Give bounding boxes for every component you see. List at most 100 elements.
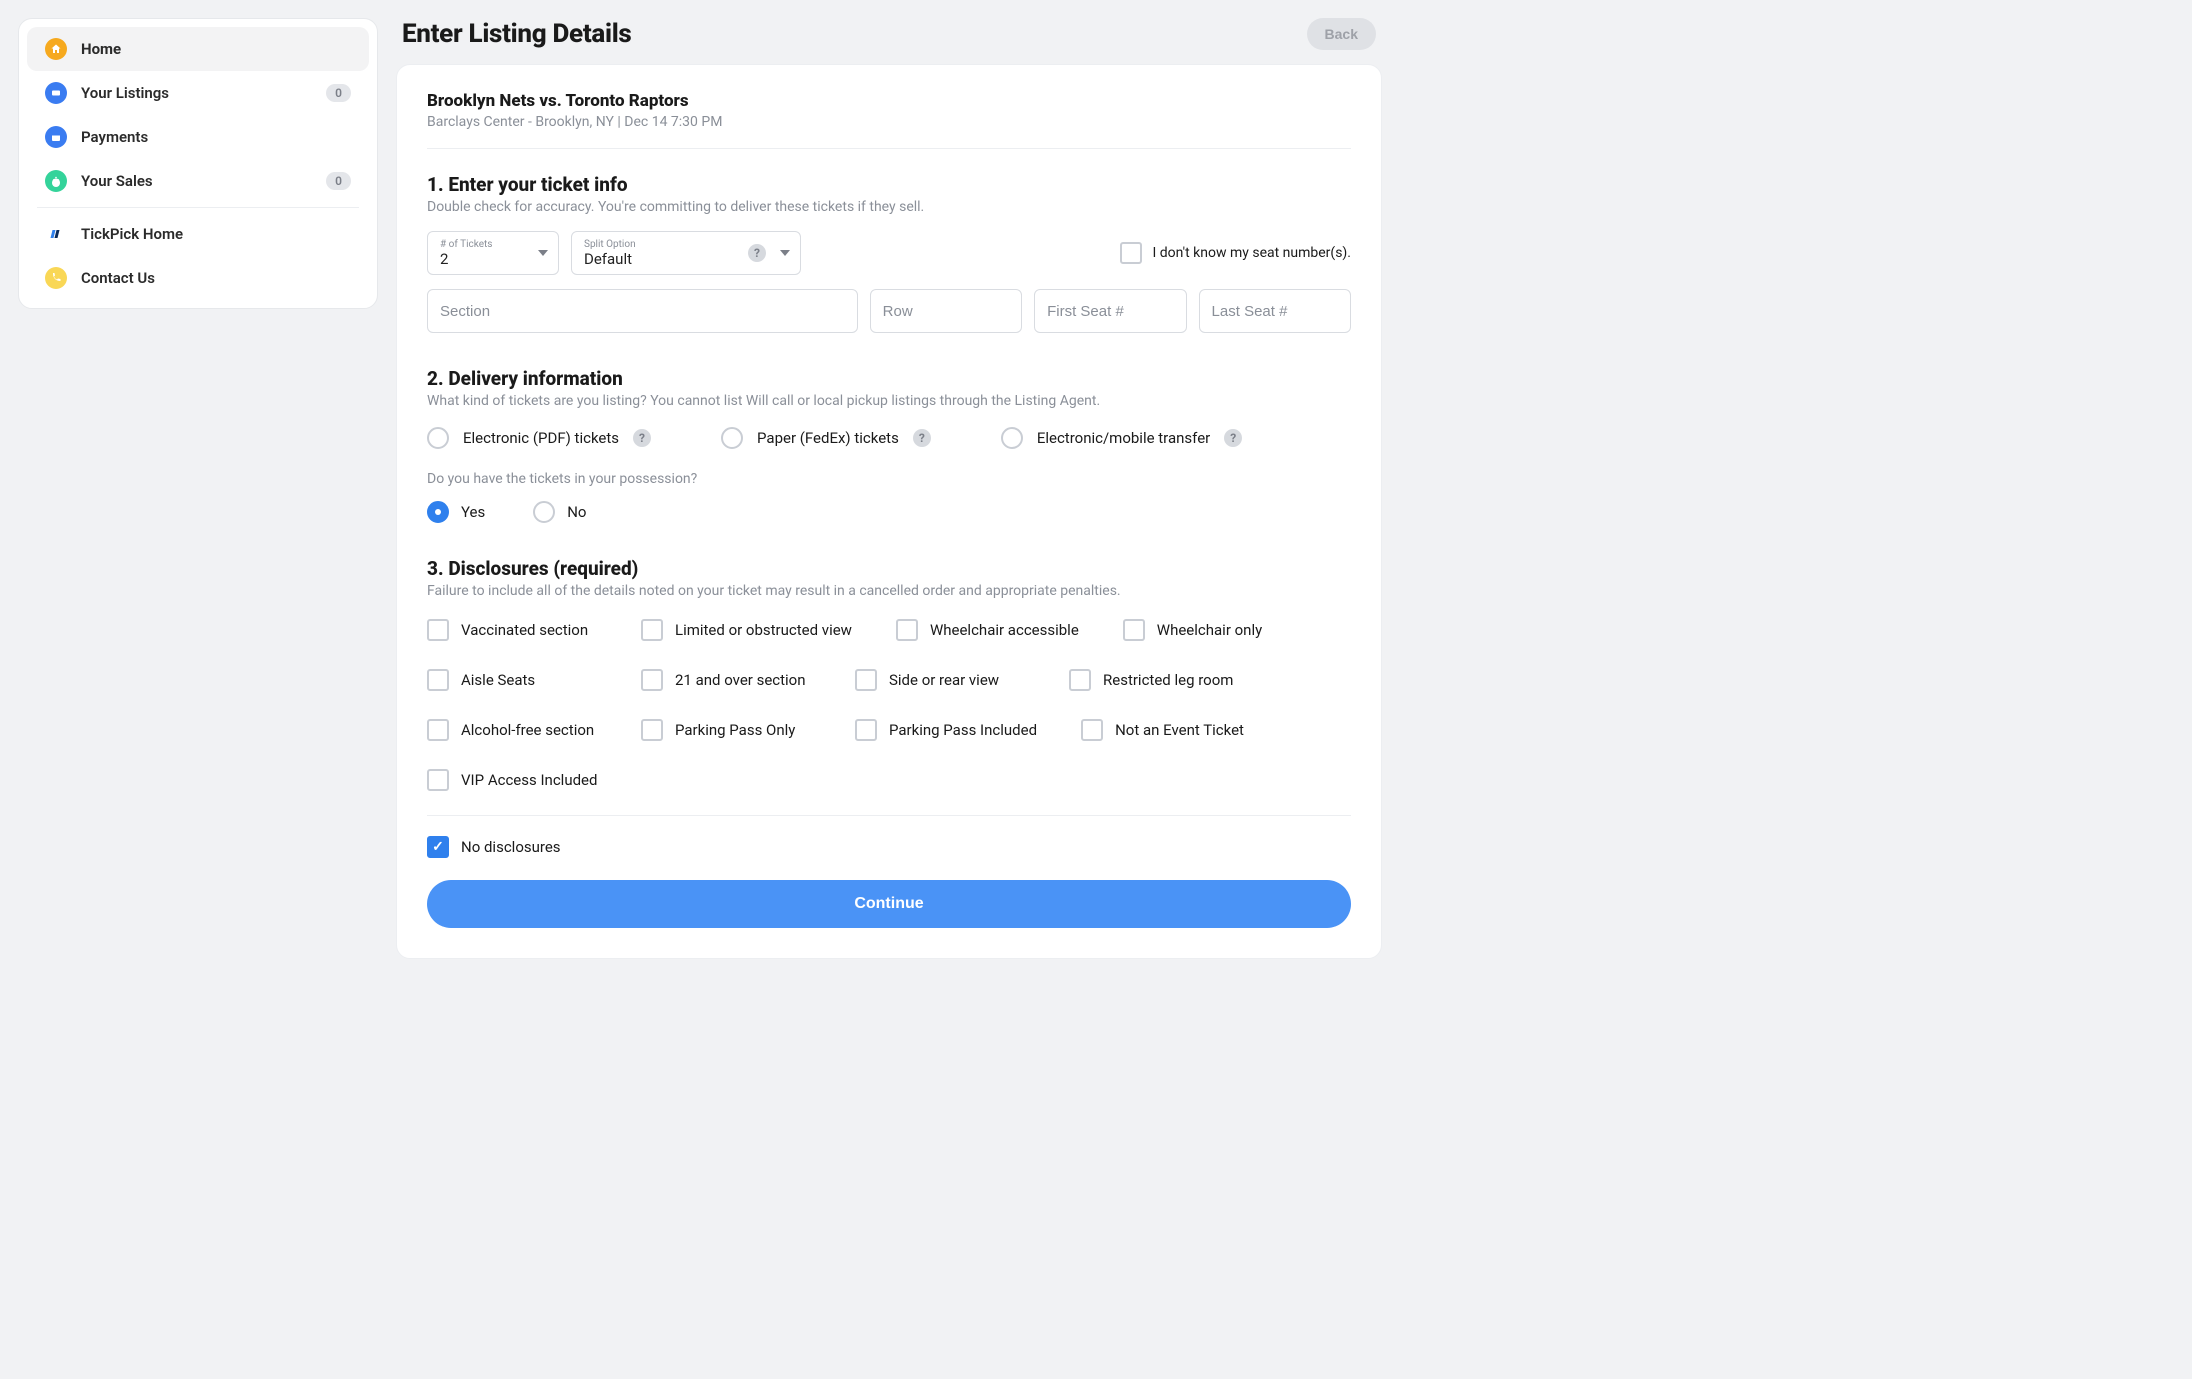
- checkbox-label: I don't know my seat number(s).: [1152, 245, 1351, 261]
- radio-label: Paper (FedEx) tickets: [757, 429, 899, 447]
- select-value: 2: [440, 250, 546, 268]
- checkbox-label: 21 and over section: [675, 671, 806, 689]
- checkbox-icon: [427, 719, 449, 741]
- calendar-icon: [45, 126, 67, 148]
- last-seat-input[interactable]: [1199, 289, 1351, 333]
- disclosure-wheelchair-accessible[interactable]: Wheelchair accessible: [896, 619, 1079, 641]
- event-subtitle: Barclays Center - Brooklyn, NY | Dec 14 …: [427, 114, 1351, 130]
- back-button[interactable]: Back: [1307, 18, 1376, 50]
- checkbox-icon: [1120, 242, 1142, 264]
- checkbox-label: Alcohol-free section: [461, 721, 594, 739]
- section-heading: 2. Delivery information: [427, 367, 1351, 390]
- section-input[interactable]: [427, 289, 858, 333]
- sidebar-item-label: Payments: [81, 128, 351, 146]
- help-icon[interactable]: ?: [633, 429, 651, 447]
- disclosure-parking-only[interactable]: Parking Pass Only: [641, 719, 811, 741]
- listings-badge: 0: [326, 84, 351, 102]
- disclosure-vaccinated[interactable]: Vaccinated section: [427, 619, 597, 641]
- disclosure-parking-included[interactable]: Parking Pass Included: [855, 719, 1037, 741]
- sidebar-item-payments[interactable]: Payments: [27, 115, 369, 159]
- checkbox-label: Wheelchair only: [1157, 621, 1262, 639]
- ticket-icon: [45, 82, 67, 104]
- checkbox-icon: [427, 619, 449, 641]
- sidebar-item-your-sales[interactable]: Your Sales 0: [27, 159, 369, 203]
- checkbox-icon: [855, 669, 877, 691]
- checkbox-icon: [1069, 669, 1091, 691]
- disclosure-not-event-ticket[interactable]: Not an Event Ticket: [1081, 719, 1251, 741]
- radio-icon: [1001, 427, 1023, 449]
- checkbox-label: Vaccinated section: [461, 621, 588, 639]
- checkbox-icon: [896, 619, 918, 641]
- row-field[interactable]: [883, 303, 1009, 320]
- disclosure-21-over[interactable]: 21 and over section: [641, 669, 811, 691]
- checkbox-icon: [641, 619, 663, 641]
- section-disclosures: 3. Disclosures (required) Failure to inc…: [427, 557, 1351, 858]
- checkbox-label: Limited or obstructed view: [675, 621, 852, 639]
- disclosure-obstructed[interactable]: Limited or obstructed view: [641, 619, 852, 641]
- section-delivery: 2. Delivery information What kind of tic…: [427, 367, 1351, 523]
- checkbox-icon: [641, 669, 663, 691]
- select-floating-label: # of Tickets: [440, 239, 546, 250]
- possession-yes[interactable]: Yes: [427, 501, 485, 523]
- checkbox-label: Parking Pass Included: [889, 721, 1037, 739]
- checkbox-icon: [1081, 719, 1103, 741]
- disclosure-restricted-legroom[interactable]: Restricted leg room: [1069, 669, 1239, 691]
- possession-no[interactable]: No: [533, 501, 586, 523]
- last-seat-field[interactable]: [1212, 303, 1338, 320]
- first-seat-input[interactable]: [1034, 289, 1186, 333]
- page-title: Enter Listing Details: [402, 19, 631, 49]
- event-title: Brooklyn Nets vs. Toronto Raptors: [427, 91, 1351, 111]
- sidebar-item-your-listings[interactable]: Your Listings 0: [27, 71, 369, 115]
- section-field[interactable]: [440, 303, 845, 320]
- first-seat-field[interactable]: [1047, 303, 1173, 320]
- delivery-option-paper[interactable]: Paper (FedEx) tickets ?: [721, 427, 931, 449]
- checkbox-icon: [1123, 619, 1145, 641]
- checkbox-label: No disclosures: [461, 838, 561, 856]
- section-desc: Failure to include all of the details no…: [427, 583, 1351, 599]
- phone-icon: [45, 267, 67, 289]
- disclosure-side-rear[interactable]: Side or rear view: [855, 669, 1025, 691]
- section-ticket-info: 1. Enter your ticket info Double check f…: [427, 173, 1351, 333]
- section-heading: 3. Disclosures (required): [427, 557, 1351, 580]
- checkbox-icon: [427, 769, 449, 791]
- disclosure-aisle-seats[interactable]: Aisle Seats: [427, 669, 597, 691]
- checkbox-icon: [855, 719, 877, 741]
- disclosure-alcohol-free[interactable]: Alcohol-free section: [427, 719, 597, 741]
- radio-icon: [533, 501, 555, 523]
- split-option-select[interactable]: Split Option Default ?: [571, 231, 801, 275]
- money-bag-icon: [45, 170, 67, 192]
- radio-label: No: [567, 503, 586, 521]
- listing-card: Brooklyn Nets vs. Toronto Raptors Barcla…: [396, 64, 1382, 959]
- ticket-count-select[interactable]: # of Tickets 2: [427, 231, 559, 275]
- help-icon[interactable]: ?: [1224, 429, 1242, 447]
- sidebar-item-tickpick-home[interactable]: TickPick Home: [27, 212, 369, 256]
- help-icon[interactable]: ?: [913, 429, 931, 447]
- disclosure-vip-access[interactable]: VIP Access Included: [427, 769, 597, 791]
- continue-button[interactable]: Continue: [427, 880, 1351, 928]
- delivery-option-mobile[interactable]: Electronic/mobile transfer ?: [1001, 427, 1242, 449]
- help-icon[interactable]: ?: [748, 244, 766, 262]
- no-disclosures-checkbox[interactable]: No disclosures: [427, 836, 1351, 858]
- radio-label: Electronic/mobile transfer: [1037, 429, 1210, 447]
- divider: [37, 207, 359, 208]
- chevron-down-icon: [780, 250, 790, 256]
- chevron-down-icon: [538, 250, 548, 256]
- possession-question: Do you have the tickets in your possessi…: [427, 471, 1351, 487]
- dont-know-seat-checkbox[interactable]: I don't know my seat number(s).: [1120, 242, 1351, 264]
- section-heading: 1. Enter your ticket info: [427, 173, 1351, 196]
- sidebar-item-label: Your Sales: [81, 172, 312, 190]
- sidebar-item-label: Your Listings: [81, 84, 312, 102]
- home-icon: [45, 38, 67, 60]
- delivery-option-electronic[interactable]: Electronic (PDF) tickets ?: [427, 427, 651, 449]
- page-header: Enter Listing Details Back: [396, 18, 1382, 50]
- checkbox-label: Parking Pass Only: [675, 721, 795, 739]
- checkbox-label: Not an Event Ticket: [1115, 721, 1244, 739]
- event-header: Brooklyn Nets vs. Toronto Raptors Barcla…: [427, 91, 1351, 130]
- main: Enter Listing Details Back Brooklyn Nets…: [396, 18, 1382, 959]
- section-desc: Double check for accuracy. You're commit…: [427, 199, 1351, 215]
- sidebar-item-contact-us[interactable]: Contact Us: [27, 256, 369, 300]
- disclosure-wheelchair-only[interactable]: Wheelchair only: [1123, 619, 1293, 641]
- sidebar-item-home[interactable]: Home: [27, 27, 369, 71]
- row-input[interactable]: [870, 289, 1022, 333]
- sidebar-item-label: TickPick Home: [81, 225, 351, 243]
